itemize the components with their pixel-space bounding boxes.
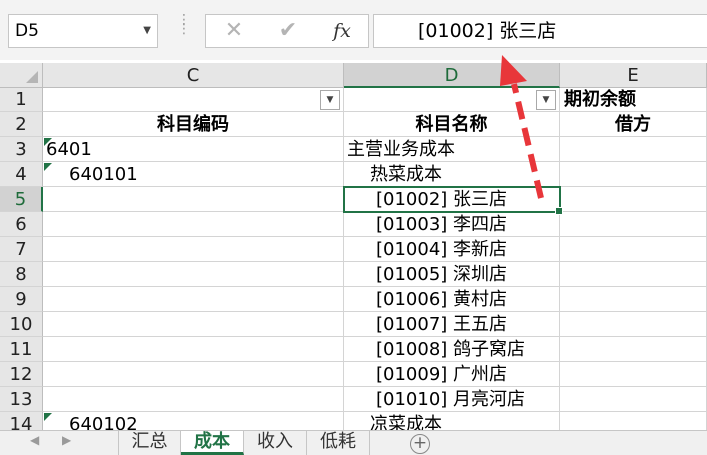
cell-e6[interactable] (560, 212, 707, 237)
cell-d3[interactable]: 主营业务成本 (344, 137, 560, 162)
row-header-6[interactable]: 6 (0, 212, 43, 237)
error-indicator-icon (44, 163, 52, 171)
error-indicator-icon (44, 413, 52, 421)
cell-d2[interactable]: 科目名称 (344, 112, 560, 137)
cell-c6[interactable] (43, 212, 344, 237)
formula-bar: D5 ▼ ⋮ ⋮ ✕ ✔ fx [01002] 张三店 (0, 0, 707, 60)
select-all-triangle-icon (26, 71, 38, 83)
cell-d1[interactable] (344, 88, 560, 112)
cancel-icon[interactable]: ✕ (214, 15, 254, 47)
row-header-12[interactable]: 12 (0, 362, 43, 387)
cell-c2[interactable]: 科目编码 (43, 112, 344, 137)
cell-e11[interactable] (560, 337, 707, 362)
cell-d8[interactable]: [01005] 深圳店 (344, 262, 560, 287)
cell-e9[interactable] (560, 287, 707, 312)
next-sheet-arrow-icon[interactable]: ▶ (62, 433, 71, 447)
cell-c4[interactable]: 640101 (43, 162, 344, 187)
enter-icon[interactable]: ✔ (268, 15, 308, 47)
cell-c1[interactable] (43, 88, 344, 112)
row-header-5[interactable]: 5 (0, 187, 43, 212)
sheet-tab-cost[interactable]: 成本 (181, 431, 244, 455)
cell-e12[interactable] (560, 362, 707, 387)
cell-e2[interactable]: 借方 (560, 112, 707, 137)
row-header-4[interactable]: 4 (0, 162, 43, 187)
cell-e13[interactable] (560, 387, 707, 412)
cell-c5[interactable] (43, 187, 344, 212)
cell-e7[interactable] (560, 237, 707, 262)
sheet-tab-summary[interactable]: 汇总 (118, 431, 181, 455)
name-box-value: D5 (15, 21, 39, 41)
cell-d9[interactable]: [01006] 黄村店 (344, 287, 560, 312)
row-header-7[interactable]: 7 (0, 237, 43, 262)
insert-function-icon[interactable]: fx (322, 15, 362, 47)
cell-e1[interactable]: 期初余额 (560, 88, 707, 112)
cell-c3[interactable]: 6401 (43, 137, 344, 162)
active-cell-selection[interactable] (343, 186, 563, 215)
sheet-tab-bar: ◀ ▶ 汇总 成本 收入 低耗 + (0, 430, 707, 455)
cell-e3[interactable] (560, 137, 707, 162)
add-sheet-icon[interactable]: + (410, 434, 430, 454)
formula-buttons: ✕ ✔ fx (205, 14, 369, 48)
row-header-8[interactable]: 8 (0, 262, 43, 287)
row-header-11[interactable]: 11 (0, 337, 43, 362)
cell-e8[interactable] (560, 262, 707, 287)
chevron-down-icon[interactable]: ▼ (143, 15, 151, 47)
filter-dropdown-icon[interactable]: ▼ (536, 90, 556, 110)
cell-e4[interactable] (560, 162, 707, 187)
drag-handle-icon[interactable]: ⋮ ⋮ (177, 13, 191, 44)
cell-e5[interactable] (560, 187, 707, 212)
row-header-9[interactable]: 9 (0, 287, 43, 312)
cell-c11[interactable] (43, 337, 344, 362)
cell-d10[interactable]: [01007] 王五店 (344, 312, 560, 337)
cell-c8[interactable] (43, 262, 344, 287)
cell-d6[interactable]: [01003] 李四店 (344, 212, 560, 237)
cell-d11[interactable]: [01008] 鸽子窝店 (344, 337, 560, 362)
filter-dropdown-icon[interactable]: ▼ (320, 90, 340, 110)
select-all-button[interactable] (0, 63, 43, 88)
column-header-e[interactable]: E (560, 63, 707, 88)
cell-c9[interactable] (43, 287, 344, 312)
cell-d7[interactable]: [01004] 李新店 (344, 237, 560, 262)
row-header-2[interactable]: 2 (0, 112, 43, 137)
error-indicator-icon (44, 138, 52, 146)
cell-c13[interactable] (43, 387, 344, 412)
column-header-c[interactable]: C (43, 63, 344, 88)
fill-handle[interactable] (555, 207, 563, 215)
sheet-tab-consumables[interactable]: 低耗 (307, 431, 370, 455)
cell-d13[interactable]: [01010] 月亮河店 (344, 387, 560, 412)
cell-c12[interactable] (43, 362, 344, 387)
row-header-3[interactable]: 3 (0, 137, 43, 162)
formula-input[interactable]: [01002] 张三店 (373, 14, 707, 48)
row-header-10[interactable]: 10 (0, 312, 43, 337)
column-header-d[interactable]: D (344, 63, 560, 88)
sheet-tab-income[interactable]: 收入 (244, 431, 307, 455)
cell-d12[interactable]: [01009] 广州店 (344, 362, 560, 387)
spreadsheet-grid: C D E 1 ▼ ▼ 期初余额 2 科目编码 科目名称 借方 3 6401 主… (0, 63, 707, 435)
cell-c7[interactable] (43, 237, 344, 262)
row-header-13[interactable]: 13 (0, 387, 43, 412)
row-header-1[interactable]: 1 (0, 88, 43, 112)
prev-sheet-arrow-icon[interactable]: ◀ (30, 433, 39, 447)
name-box[interactable]: D5 ▼ (8, 14, 158, 48)
cell-c10[interactable] (43, 312, 344, 337)
cell-d4[interactable]: 热菜成本 (344, 162, 560, 187)
cell-e10[interactable] (560, 312, 707, 337)
